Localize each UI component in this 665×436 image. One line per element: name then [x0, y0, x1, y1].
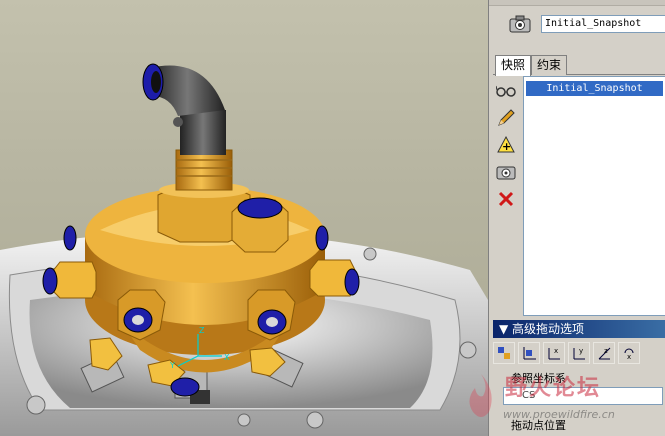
list-item[interactable]: Initial_Snapshot — [526, 81, 663, 96]
advanced-header-label: 高级拖动选项 — [512, 322, 585, 336]
advanced-toolbar: x y z x — [493, 342, 665, 366]
camera-icon[interactable] — [495, 161, 517, 183]
svg-text:Z: Z — [199, 326, 205, 335]
y-icon[interactable]: y — [568, 342, 590, 364]
panel-top-strip — [489, 0, 665, 6]
snapshot-list[interactable]: Initial_Snapshot — [523, 76, 665, 316]
reference-csys-field[interactable]: CS — [503, 387, 663, 405]
svg-text:+: + — [502, 140, 511, 153]
svg-text:z: z — [604, 347, 608, 355]
snapshot-name-input[interactable]: Initial_Snapshot — [541, 15, 665, 33]
3d-viewport[interactable]: Z X Y — [0, 0, 488, 436]
tab-constraints[interactable]: 约束 — [531, 55, 568, 75]
snapshot-toolbar: + — [495, 80, 521, 215]
tab-snapshots[interactable]: 快照 — [495, 55, 532, 76]
z-icon[interactable]: z — [593, 342, 615, 364]
advanced-drag-options-header[interactable]: ▼ 高级拖动选项 — [493, 320, 665, 338]
collapse-triangle-icon: ▼ — [499, 322, 513, 336]
delete-icon[interactable] — [495, 188, 517, 210]
camera-icon[interactable] — [509, 14, 531, 34]
svg-text:Y: Y — [169, 361, 175, 370]
svg-text:x: x — [627, 353, 631, 361]
drag-axis-icon[interactable] — [493, 342, 515, 364]
snapshot-name-row: Initial_Snapshot — [495, 10, 665, 38]
svg-text:x: x — [554, 347, 558, 355]
snapshot-tabs: 快照 约束 — [493, 55, 665, 76]
x-icon[interactable]: x — [543, 342, 565, 364]
add-snapshot-icon[interactable]: + — [495, 134, 517, 156]
snapshot-panel: Initial_Snapshot 快照 约束 + Initial_Snapsho… — [488, 0, 665, 436]
assembly-model: Z X Y — [0, 63, 488, 436]
drag-point-position-label: 拖动点位置 — [511, 419, 566, 432]
glasses-icon[interactable] — [495, 80, 517, 102]
rotate-x-icon[interactable]: x — [618, 342, 640, 364]
pencil-icon[interactable] — [495, 107, 517, 129]
ref-value: CS — [522, 390, 536, 401]
drag-plane-icon[interactable] — [518, 342, 540, 364]
reference-csys-label: 参照坐标系 — [511, 372, 566, 385]
svg-text:X: X — [224, 353, 230, 362]
svg-text:y: y — [579, 347, 583, 355]
